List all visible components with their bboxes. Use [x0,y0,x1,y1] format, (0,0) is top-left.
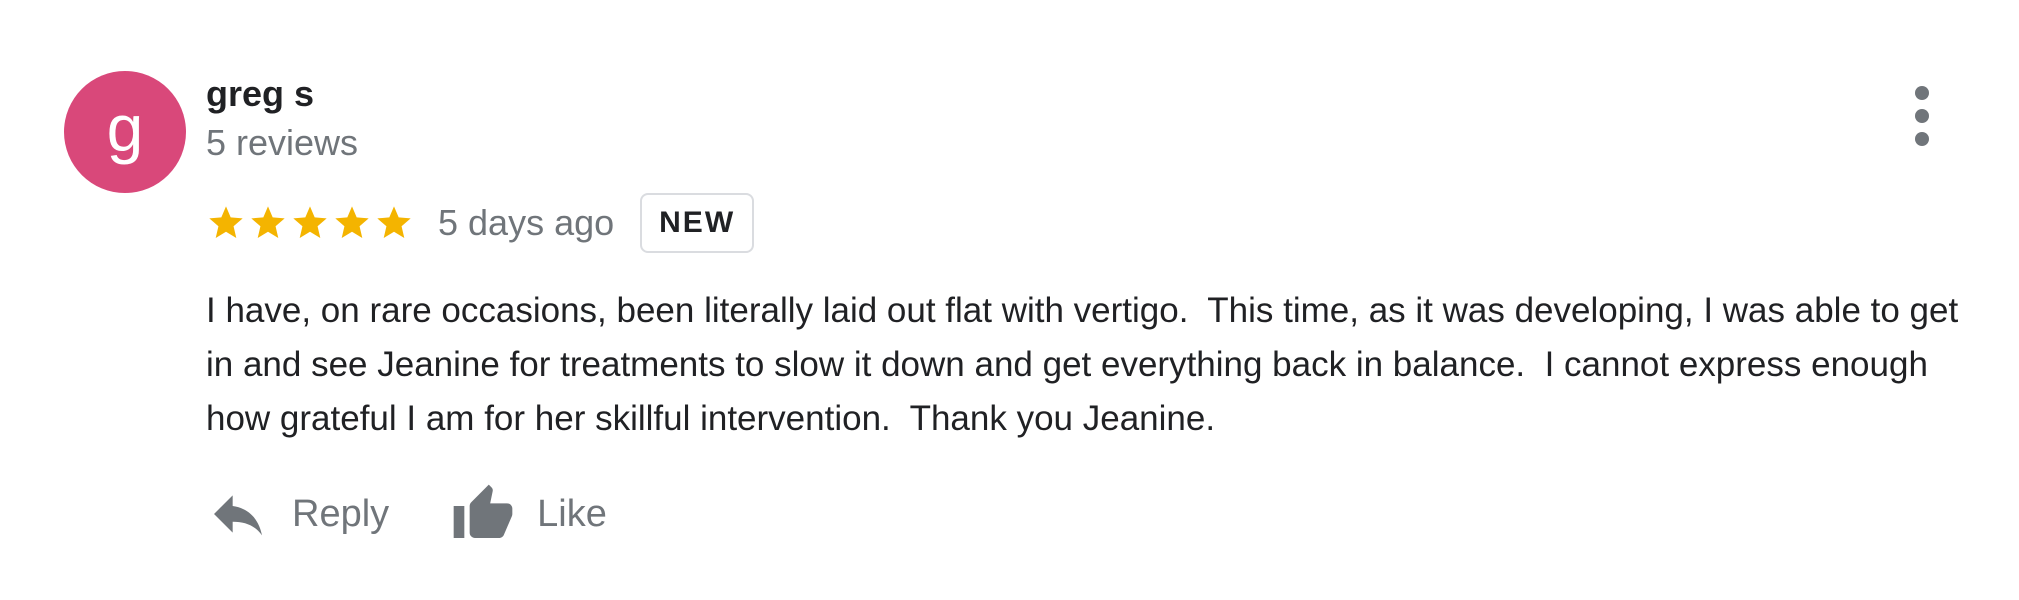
review-meta: 5 days ago NEW [206,191,755,255]
star-icon [251,206,285,238]
reply-label: Reply [292,492,390,535]
star-icon [335,206,369,238]
more-options-button[interactable] [1902,86,1942,146]
thumbs-up-icon [453,484,513,538]
avatar[interactable]: g [64,71,186,193]
star-rating [206,203,414,243]
more-vert-icon [1915,86,1929,100]
review-date: 5 days ago [438,202,615,243]
star-icon [293,206,327,238]
reply-icon [214,495,262,536]
like-button[interactable]: Like [451,482,607,546]
star-icon [209,206,243,238]
star-icon [377,206,411,238]
new-badge: NEW [640,193,755,253]
more-vert-icon-dot [1915,109,1929,123]
author-review-count[interactable]: 5 reviews [206,121,358,165]
review-actions: Reply Like [206,476,607,552]
author-name[interactable]: greg s [206,72,314,116]
like-label: Like [537,492,607,535]
review-text: I have, on rare occasions, been literall… [206,291,1968,438]
more-vert-icon-dot [1915,132,1929,146]
reply-button[interactable]: Reply [206,482,389,546]
review-card: g greg s 5 reviews 5 days ago NEW I have… [0,0,2019,600]
